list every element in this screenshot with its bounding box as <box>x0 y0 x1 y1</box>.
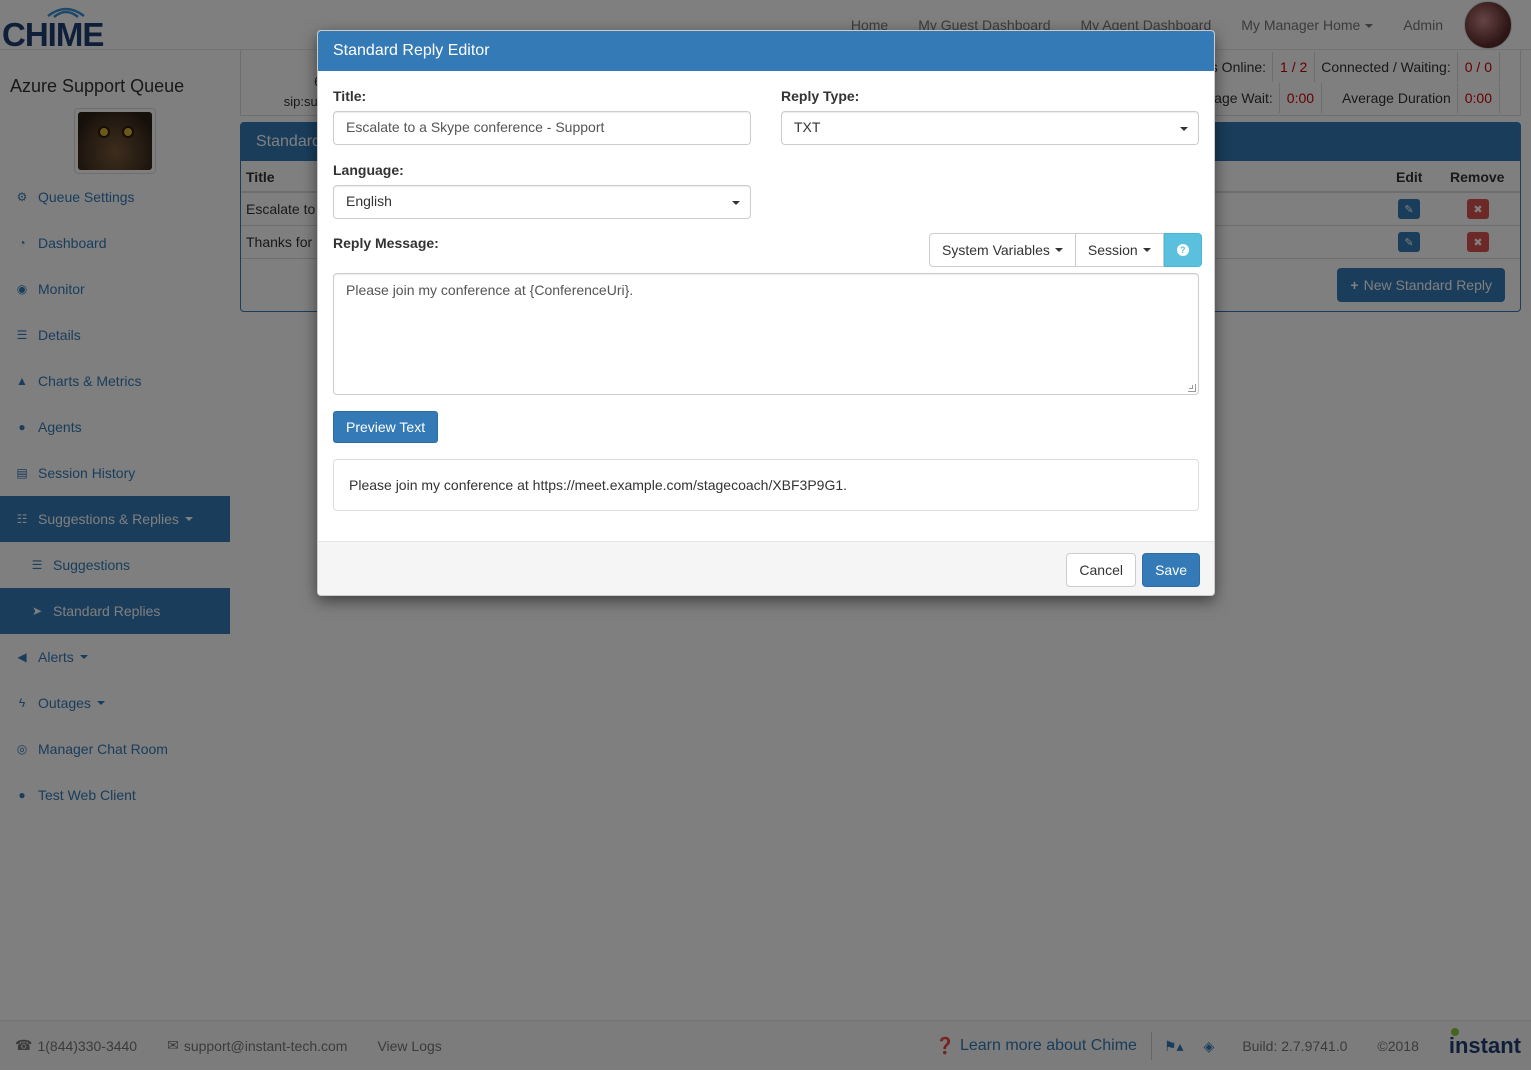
preview-output: Please join my conference at https://mee… <box>333 459 1199 511</box>
caret-down-icon <box>732 201 740 205</box>
modal-footer: Cancel Save <box>318 541 1214 595</box>
reply-message-text: Please join my conference at {Conference… <box>346 282 634 298</box>
reply-type-label: Reply Type: <box>781 88 860 104</box>
preview-text-button[interactable]: Preview Text <box>333 411 439 443</box>
help-button[interactable]: ? <box>1163 233 1202 267</box>
language-value: English <box>346 193 392 209</box>
caret-down-icon <box>1054 248 1063 252</box>
question-circle-icon: ? <box>1176 244 1189 256</box>
modal-title: Standard Reply Editor <box>318 31 1214 71</box>
resize-handle-icon[interactable] <box>1188 384 1196 392</box>
language-label: Language: <box>333 162 404 178</box>
session-label: Session <box>1087 242 1138 258</box>
title-input[interactable]: Escalate to a Skype conference - Support <box>333 111 751 145</box>
reply-message-textarea[interactable]: Please join my conference at {Conference… <box>333 273 1199 395</box>
system-variables-label: System Variables <box>942 242 1050 258</box>
caret-down-icon <box>1180 127 1188 131</box>
cancel-button[interactable]: Cancel <box>1066 553 1136 587</box>
variables-button-group: System Variables Session ? <box>929 233 1202 267</box>
session-dropdown[interactable]: Session <box>1075 233 1164 267</box>
standard-reply-editor-modal: Standard Reply Editor Title: Escalate to… <box>317 30 1215 596</box>
caret-down-icon <box>1142 248 1151 252</box>
title-label: Title: <box>333 88 367 104</box>
reply-type-select[interactable]: TXT <box>781 111 1199 145</box>
reply-type-value: TXT <box>794 119 821 135</box>
save-button[interactable]: Save <box>1142 553 1200 587</box>
language-select[interactable]: English <box>333 185 751 219</box>
system-variables-dropdown[interactable]: System Variables <box>929 233 1076 267</box>
reply-message-label: Reply Message: <box>333 235 439 251</box>
